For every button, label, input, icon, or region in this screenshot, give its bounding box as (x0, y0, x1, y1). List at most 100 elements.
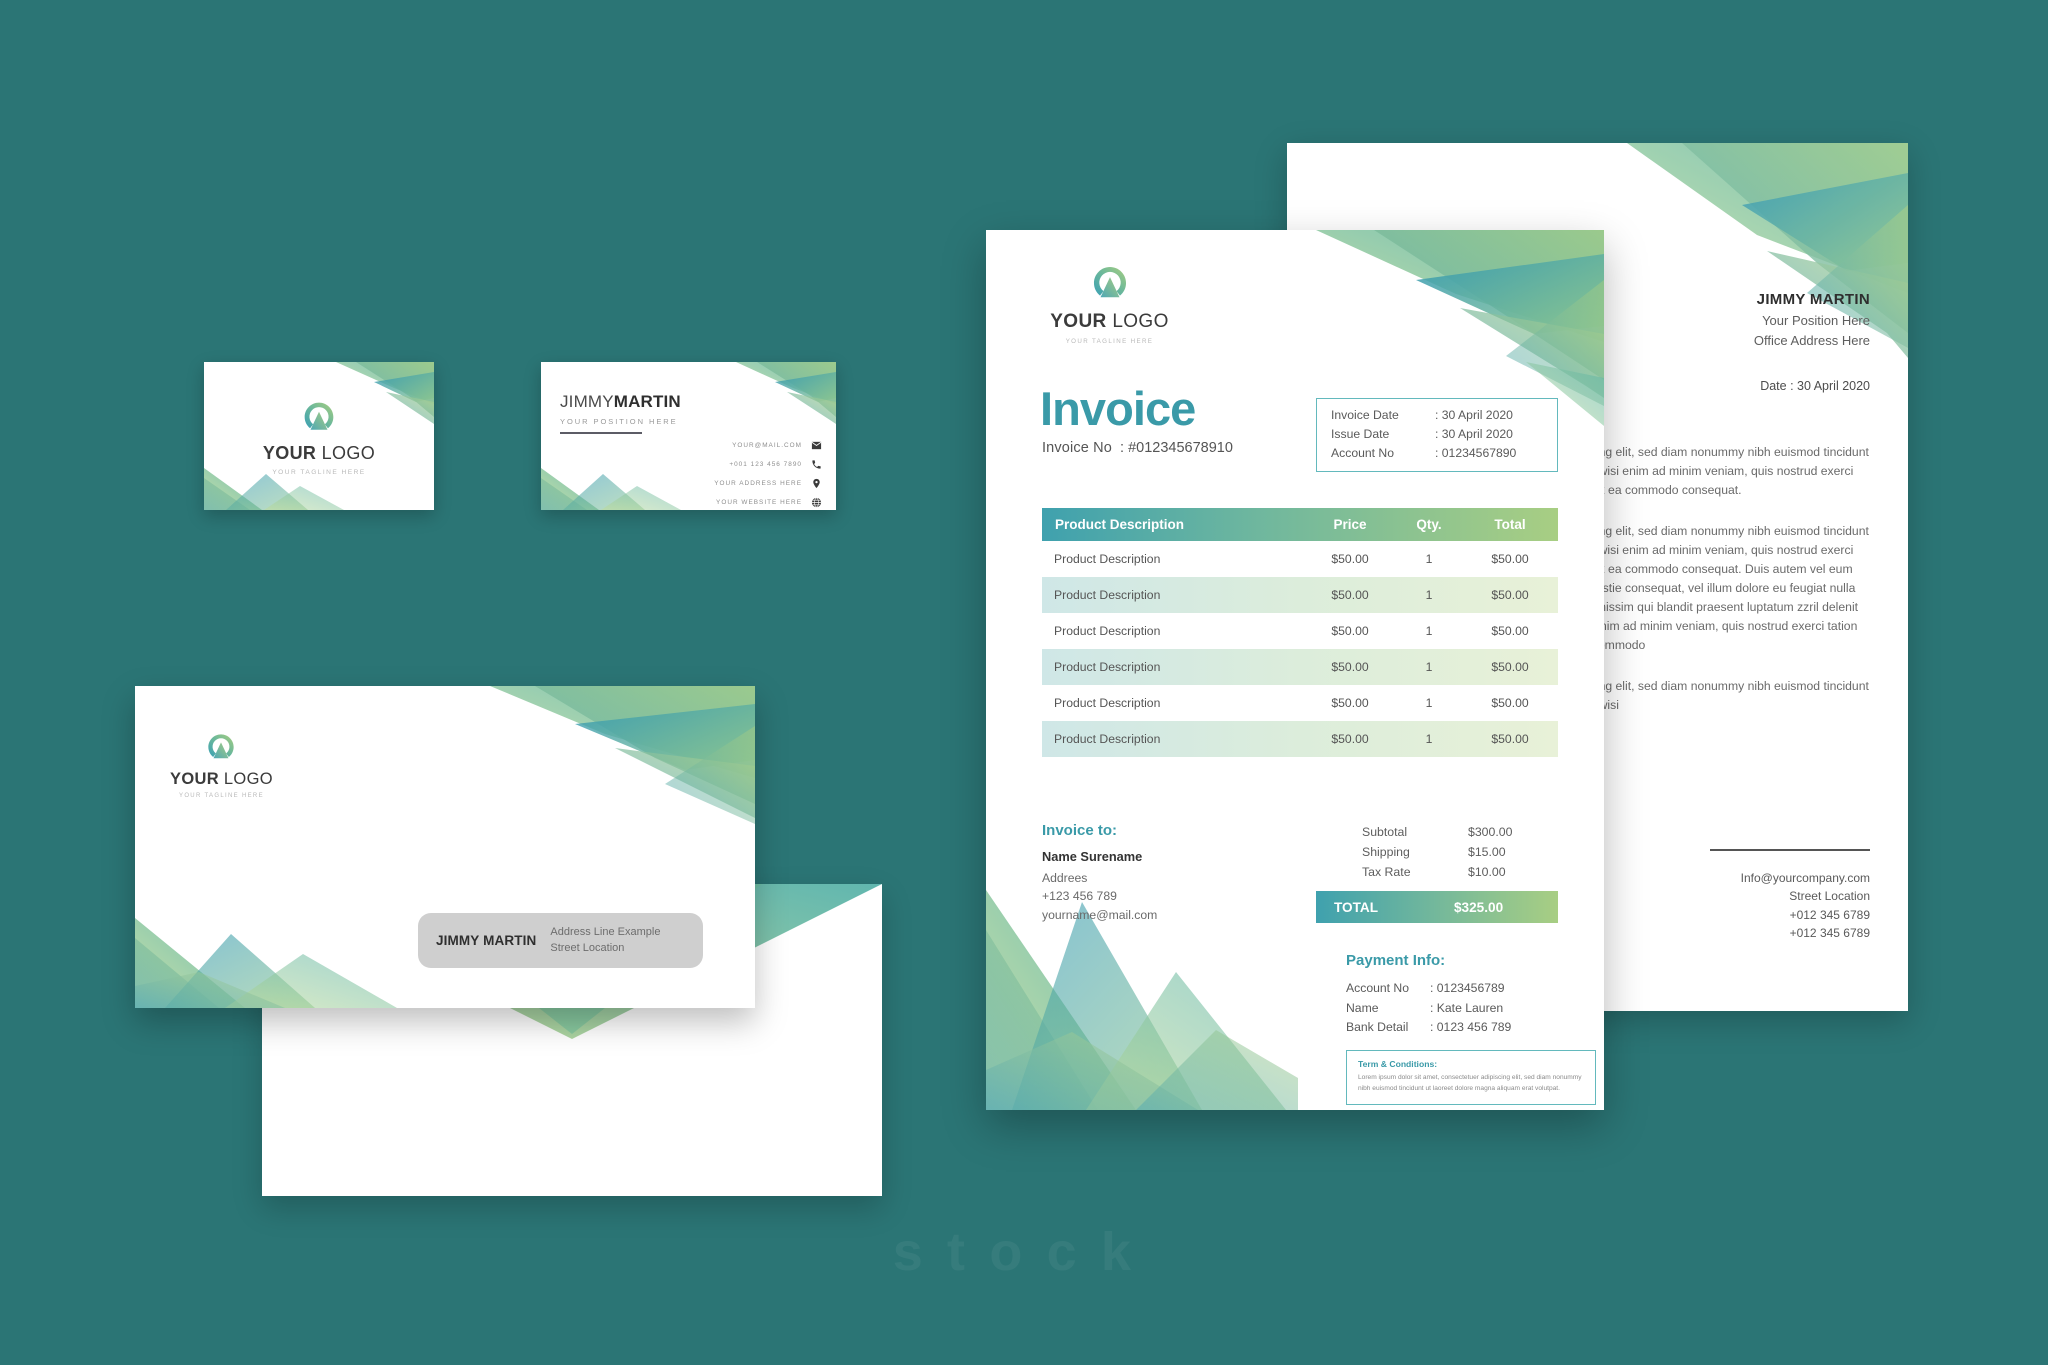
invoice-total-row: TOTAL $325.00 (1316, 891, 1558, 923)
contact-phone-text: +001 123 456 7890 (729, 461, 802, 468)
terms-and-conditions-box: Term & Conditions: Lorem ipsum dolor sit… (1346, 1050, 1596, 1106)
payment-value: : 0123456789 (1430, 981, 1505, 995)
summary-row: Shipping $15.00 (1316, 842, 1558, 862)
table-row: Product Description $50.00 1 $50.00 (1042, 577, 1558, 613)
table-row: Product Description $50.00 1 $50.00 (1042, 541, 1558, 577)
meta-row: Invoice Date : 30 April 2020 (1331, 406, 1544, 425)
cell-qty: 1 (1425, 624, 1433, 638)
cell-price: $50.00 (1331, 732, 1369, 746)
column-header-description: Product Description (1055, 517, 1185, 532)
footer-phone-1: +012 345 6789 (1789, 907, 1870, 922)
card-name-bold: MARTIN (613, 392, 681, 411)
cell-description: Product Description (1054, 552, 1161, 566)
cell-qty: 1 (1425, 696, 1433, 710)
summary-key: Subtotal (1362, 825, 1408, 839)
meta-value: : 01234567890 (1435, 445, 1517, 460)
cell-total: $50.00 (1491, 696, 1529, 710)
table-header-row: Product Description Price Qty. Total (1042, 508, 1558, 541)
summary-row: Subtotal $300.00 (1316, 822, 1558, 842)
invoice-to-email: yourname@mail.com (1042, 907, 1158, 922)
meta-key: Invoice Date (1331, 408, 1399, 422)
invoice-to-name: Name Surename (1042, 849, 1143, 864)
footer-email: Info@yourcompany.com (1740, 870, 1870, 885)
cell-price: $50.00 (1331, 588, 1369, 602)
letterhead-date: Date : 30 April 2020 (1760, 379, 1870, 393)
footer-divider (1710, 848, 1870, 851)
payment-key: Account No (1346, 981, 1410, 995)
contact-row-phone: +001 123 456 7890 (714, 459, 822, 470)
cell-total: $50.00 (1491, 660, 1529, 674)
globe-icon (811, 497, 822, 508)
cell-price: $50.00 (1331, 552, 1369, 566)
payment-row: Bank Detail : 0123 456 789 (1346, 1018, 1596, 1038)
invoice-title: Invoice (1040, 382, 1196, 435)
logo-light: LOGO (321, 443, 376, 463)
meta-row: Account No : 01234567890 (1331, 444, 1544, 463)
contact-website-text: YOUR WEBSITE HERE (716, 499, 802, 506)
invoice-line-items-table: Product Description Price Qty. Total Pro… (1042, 508, 1558, 757)
payment-row: Account No : 0123456789 (1346, 979, 1596, 999)
letterhead-office: Office Address Here (1753, 333, 1870, 348)
summary-row: Tax Rate $10.00 (1316, 862, 1558, 882)
contact-row-email: YOUR@MAIL.COM (714, 440, 822, 451)
cell-description: Product Description (1054, 624, 1161, 638)
letterhead-header: JIMMY MARTIN Your Position Here Office A… (1754, 291, 1870, 348)
payment-key: Name (1346, 1000, 1379, 1015)
invoice-sheet: YOUR LOGO YOUR TAGLINE HERE Invoice Invo… (986, 230, 1604, 1110)
payment-info-block: Payment Info: Account No : 0123456789 Na… (1346, 952, 1596, 1038)
card-contact-list: YOUR@MAIL.COM +001 123 456 7890 YOUR ADD… (714, 440, 822, 510)
envelope-address-line-1: Address Line Example (550, 925, 661, 938)
logo-mark-icon (304, 402, 334, 430)
payment-value: : 0123 456 789 (1430, 1020, 1512, 1035)
logo-tagline: YOUR TAGLINE HERE (179, 793, 264, 799)
letterhead-name: JIMMY MARTIN (1756, 291, 1870, 308)
logo-bold: YOUR (262, 443, 317, 463)
cell-total: $50.00 (1491, 732, 1529, 746)
total-label: TOTAL (1334, 899, 1379, 915)
cell-price: $50.00 (1331, 624, 1369, 638)
invoice-to-phone: +123 456 789 (1042, 889, 1117, 904)
cell-description: Product Description (1054, 660, 1161, 674)
cell-qty: 1 (1425, 588, 1433, 602)
business-card-front: YOUR LOGO YOUR TAGLINE HERE (204, 362, 434, 510)
summary-key: Shipping (1362, 845, 1410, 859)
table-row: Product Description $50.00 1 $50.00 (1042, 613, 1558, 649)
cell-price: $50.00 (1331, 660, 1369, 674)
contact-address-text: YOUR ADDRESS HERE (714, 480, 802, 487)
summary-value: $10.00 (1468, 865, 1506, 879)
envelope-address-name: JIMMY MARTIN (436, 933, 537, 948)
contact-email-text: YOUR@MAIL.COM (732, 442, 802, 449)
invoice-to-block: Invoice to: Name Surename Addrees +123 4… (1042, 822, 1157, 924)
column-header-price: Price (1333, 517, 1367, 532)
logo-mark-icon (208, 734, 235, 759)
letterhead-footer: Info@yourcompany.com Street Location +01… (1710, 848, 1870, 943)
phone-icon (811, 459, 822, 470)
invoice-to-address: Addrees (1042, 871, 1088, 885)
terms-heading: Term & Conditions: (1358, 1059, 1438, 1069)
meta-key: Issue Date (1331, 426, 1390, 441)
cell-total: $50.00 (1491, 588, 1529, 602)
invoice-number-value: : #012345678910 (1120, 440, 1233, 456)
payment-value: : Kate Lauren (1430, 1000, 1504, 1015)
cell-total: $50.00 (1491, 552, 1529, 566)
table-row: Product Description $50.00 1 $50.00 (1042, 685, 1558, 721)
cell-qty: 1 (1425, 732, 1433, 746)
invoice-content: YOUR LOGO YOUR TAGLINE HERE Invoice Invo… (986, 230, 1604, 1110)
card-position: YOUR POSITION HERE (560, 417, 678, 426)
logo-bold: YOUR (170, 770, 219, 788)
column-header-total: Total (1494, 517, 1526, 532)
mail-icon (811, 440, 822, 451)
logo-light: LOGO (223, 770, 273, 788)
meta-value: : 30 April 2020 (1435, 426, 1513, 441)
watermark: stock (892, 1222, 1156, 1282)
card-name-light: JIMMY (560, 392, 614, 411)
meta-row: Issue Date : 30 April 2020 (1331, 425, 1544, 444)
cell-qty: 1 (1425, 660, 1433, 674)
business-card-back: JIMMYMARTIN YOUR POSITION HERE YOUR@MAIL… (541, 362, 836, 510)
logo-mark-icon (1093, 266, 1126, 298)
cell-description: Product Description (1054, 696, 1161, 710)
card-front-logo: YOUR LOGO YOUR TAGLINE HERE (204, 400, 434, 476)
invoice-number: Invoice No : #012345678910 (1042, 440, 1233, 456)
card-divider (560, 432, 642, 434)
invoice-to-heading: Invoice to: (1042, 822, 1118, 839)
